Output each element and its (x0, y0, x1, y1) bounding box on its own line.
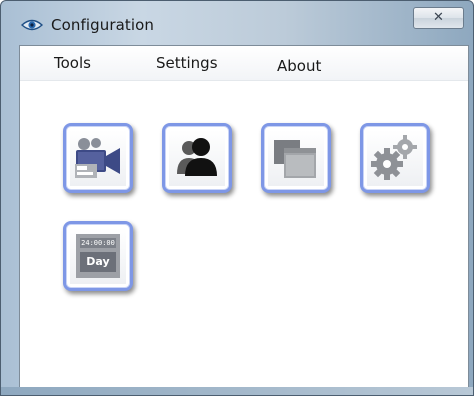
client-area: Tools Settings About 24:00:00 Day (19, 45, 469, 389)
gears-tile[interactable] (360, 123, 430, 193)
menu-bar: Tools Settings About (20, 46, 468, 81)
gears-icon (371, 135, 417, 180)
window-bottom-border (1, 387, 473, 395)
video-camera-icon (75, 138, 120, 178)
day-schedule-time: 24:00:00 (81, 239, 115, 247)
close-icon: ✕ (433, 10, 444, 25)
users-tile[interactable] (162, 123, 232, 193)
menu-tools[interactable]: Tools (54, 54, 91, 72)
close-button[interactable]: ✕ (413, 7, 464, 29)
eye-icon (20, 17, 44, 31)
camera-tile[interactable] (63, 123, 133, 193)
title-bar[interactable]: Configuration ✕ (1, 1, 473, 45)
window-title: Configuration (51, 16, 155, 34)
windows-tile[interactable] (261, 123, 331, 193)
configuration-window: Configuration ✕ Tools Settings About 24:… (0, 0, 474, 396)
users-icon (177, 138, 217, 176)
windows-icon (274, 140, 316, 178)
menu-about[interactable]: About (277, 57, 321, 75)
menu-settings[interactable]: Settings (156, 54, 218, 72)
day-schedule-tile[interactable]: 24:00:00 Day (63, 221, 133, 291)
day-schedule-label: Day (86, 255, 110, 268)
